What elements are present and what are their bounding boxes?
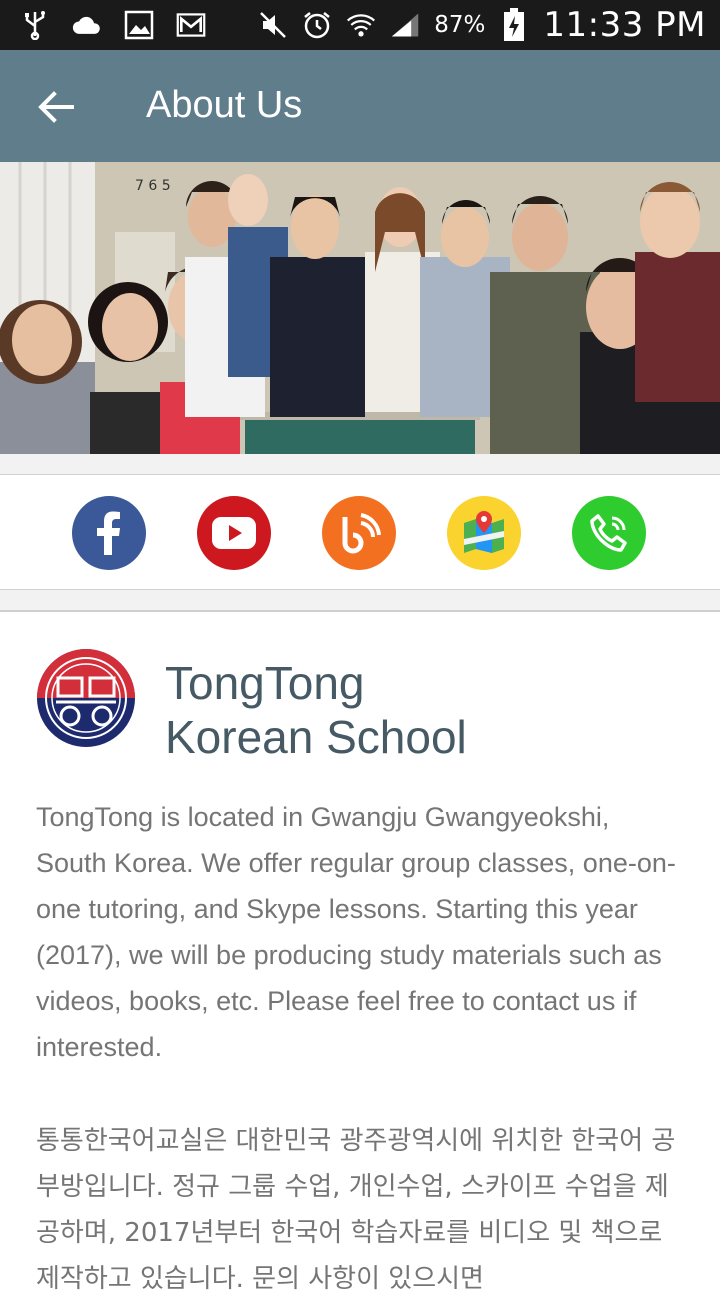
usb-icon	[20, 10, 50, 40]
school-name-line2: Korean School	[165, 711, 467, 763]
battery-percent: 87%	[434, 12, 486, 38]
arrow-back-icon	[38, 91, 74, 123]
facebook-button[interactable]	[72, 496, 146, 570]
description-english: TongTong is located in Gwangju Gwangyeok…	[36, 802, 676, 1062]
system-icons: 87% 11:33 PM	[258, 4, 706, 46]
map-icon	[464, 511, 504, 553]
section-gap	[0, 454, 720, 474]
alarm-icon	[302, 10, 332, 40]
blog-button[interactable]	[322, 496, 396, 570]
battery-icon	[499, 8, 529, 41]
signal-icon	[390, 10, 420, 40]
description-korean: 통통한국어교실은 대한민국 광주광역시에 위치한 한국어 공부방입니다. 정규 …	[36, 1126, 676, 1294]
group-photo: 7 6 5	[0, 162, 720, 454]
app-bar: About Us	[0, 50, 720, 162]
wall-numbers: 7 6 5	[135, 178, 171, 194]
cloud-icon	[72, 10, 102, 40]
section-gap	[0, 590, 720, 610]
notification-icons	[20, 6, 206, 44]
blog-icon	[342, 513, 381, 554]
back-button[interactable]	[26, 78, 86, 136]
gmail-icon	[176, 10, 206, 40]
phone-icon	[590, 514, 627, 552]
youtube-button[interactable]	[197, 496, 271, 570]
school-name: TongTong Korean School	[165, 656, 685, 764]
phone-button[interactable]	[572, 496, 646, 570]
mute-icon	[258, 10, 288, 40]
clock: 11:33 PM	[543, 5, 706, 45]
about-content: TongTong Korean School TongTong is locat…	[0, 612, 720, 1294]
map-button[interactable]	[447, 496, 521, 570]
youtube-icon	[212, 517, 256, 549]
school-logo	[36, 648, 136, 748]
status-bar: 87% 11:33 PM	[0, 0, 720, 50]
school-name-line1: TongTong	[165, 657, 365, 709]
wifi-icon	[346, 10, 376, 40]
image-icon	[124, 10, 154, 40]
social-links	[0, 474, 720, 590]
facebook-icon	[97, 511, 120, 555]
page-title: About Us	[146, 84, 303, 126]
